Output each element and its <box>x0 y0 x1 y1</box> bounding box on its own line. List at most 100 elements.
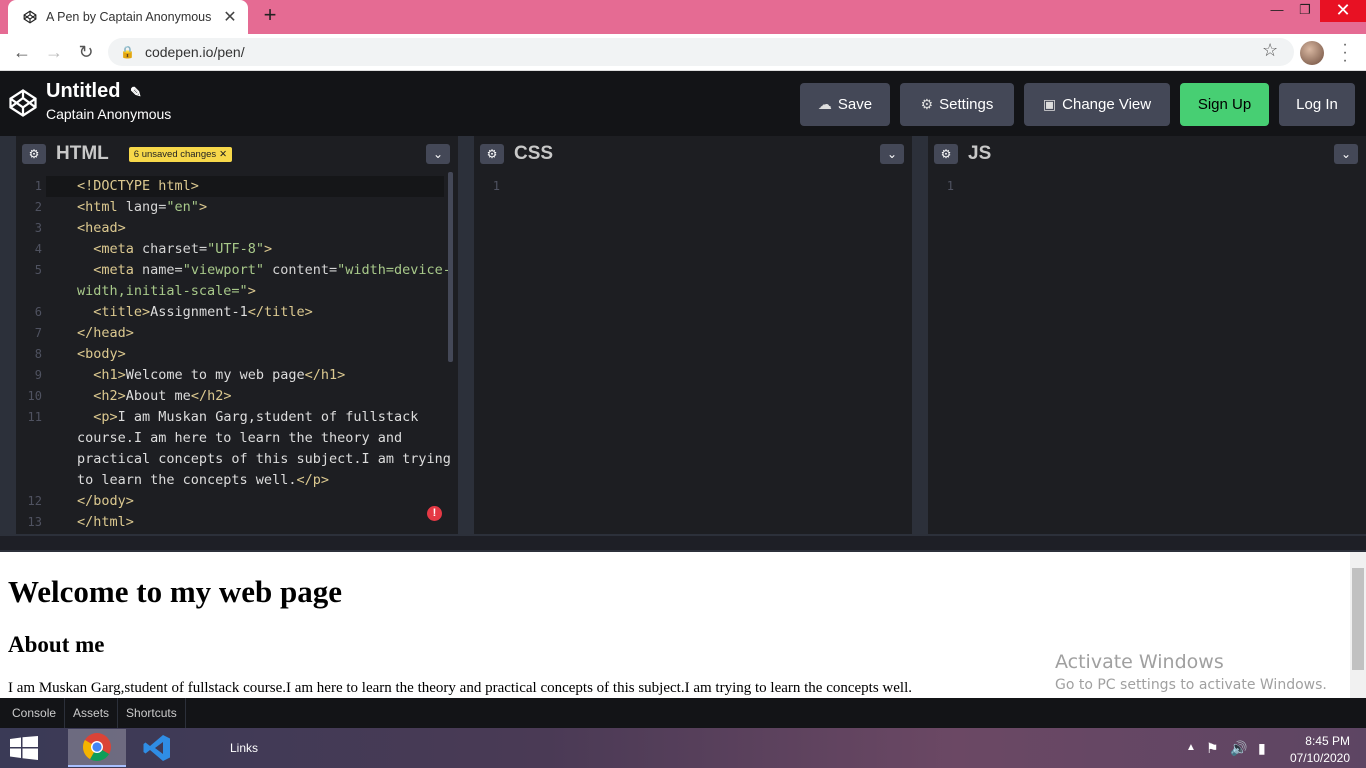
line-number: 5 <box>34 263 42 277</box>
js-code-editor[interactable]: 1 <box>928 176 1366 534</box>
js-settings-gear-icon[interactable]: ⚙ <box>934 144 958 164</box>
js-pane-chevron-down-icon[interactable]: ⌄ <box>1334 144 1358 164</box>
clock-date: 07/10/2020 <box>1289 751 1350 765</box>
save-label: Save <box>837 96 873 113</box>
css-pane-header: ⚙ CSS ⌄ <box>474 136 912 172</box>
code-text: width,initial-scale="> <box>77 283 256 299</box>
settings-button[interactable]: ⚙ Settings <box>900 83 1014 126</box>
back-arrow-icon[interactable]: ← <box>10 40 34 64</box>
forward-arrow-icon[interactable]: → <box>42 40 66 64</box>
line-number: 1 <box>492 179 500 193</box>
maximize-button[interactable]: ❐ <box>1290 0 1320 22</box>
tray-chevron-up-icon[interactable]: ▲ <box>1186 742 1196 753</box>
line-number: 11 <box>27 410 42 424</box>
activate-windows-subtext: Go to PC settings to activate Windows. <box>1055 677 1327 693</box>
links-toolbar[interactable]: Links <box>230 741 258 755</box>
code-text: </body> <box>77 493 134 509</box>
tab-close-icon[interactable]: ✕ <box>222 7 238 27</box>
sign-up-button[interactable]: Sign Up <box>1180 83 1269 126</box>
codepen-logo-icon[interactable] <box>8 88 38 118</box>
code-text: <meta charset="UTF-8"> <box>93 241 273 257</box>
address-bar[interactable]: 🔒 codepen.io/pen/ <box>108 38 1294 66</box>
taskbar-clock[interactable]: 8:45 PM 07/10/2020 <box>1288 733 1350 767</box>
html-code-editor[interactable]: 1 <!DOCTYPE html> 2 <html lang="en"> 3 <head>… <box>16 176 458 534</box>
js-editor-pane: ⚙ JS ⌄ 1 <box>928 136 1366 534</box>
chrome-taskbar-icon[interactable] <box>68 729 126 767</box>
line-number: 1 <box>34 179 42 193</box>
line-number: 4 <box>34 242 42 256</box>
line-number: 12 <box>27 494 42 508</box>
bookmark-star-icon[interactable]: ☆ <box>1262 40 1278 61</box>
battery-icon[interactable]: ▮ <box>1258 740 1266 757</box>
console-button[interactable]: Console <box>4 698 66 728</box>
gear-icon: ⚙ <box>920 96 934 112</box>
windows-start-icon[interactable] <box>10 736 38 760</box>
codepen-favicon-icon <box>22 9 38 25</box>
css-editor-pane: ⚙ CSS ⌄ 1 <box>474 136 912 534</box>
reload-icon[interactable]: ↻ <box>74 40 98 64</box>
codepen-footer: Console Assets Shortcuts <box>0 698 1366 728</box>
pencil-icon[interactable]: ✎ <box>130 84 142 100</box>
html-pane-header: ⚙ HTML 6 unsaved changes ✕ ⌄ <box>16 136 458 172</box>
line-number: 10 <box>27 389 42 403</box>
html-pane-chevron-down-icon[interactable]: ⌄ <box>426 144 450 164</box>
change-view-button[interactable]: ▣ Change View <box>1024 83 1170 126</box>
log-in-button[interactable]: Log In <box>1279 83 1355 126</box>
code-text: </head> <box>77 325 134 341</box>
css-pane-chevron-down-icon[interactable]: ⌄ <box>880 144 904 164</box>
line-number: 3 <box>34 221 42 235</box>
minimize-button[interactable]: — <box>1262 0 1292 22</box>
new-tab-button[interactable]: + <box>258 4 282 28</box>
browser-tab[interactable]: A Pen by Captain Anonymous ✕ <box>8 0 248 34</box>
preview-heading-2: About me <box>8 632 105 657</box>
volume-icon[interactable]: 🔊 <box>1230 740 1247 757</box>
code-text: <title>Assignment-1</title> <box>93 304 313 320</box>
flag-icon[interactable]: ⚑ <box>1206 740 1219 757</box>
js-pane-title: JS <box>968 143 992 164</box>
preview-scrollbar-thumb[interactable] <box>1352 568 1364 670</box>
assets-button[interactable]: Assets <box>65 698 119 728</box>
code-text: to learn the concepts well.</p> <box>77 472 329 488</box>
line-number: 8 <box>34 347 42 361</box>
css-code-editor[interactable]: 1 <box>474 176 912 534</box>
line-number: 13 <box>27 515 42 529</box>
line-number: 1 <box>946 179 954 193</box>
css-settings-gear-icon[interactable]: ⚙ <box>480 144 504 164</box>
pen-title-text: Untitled <box>46 80 121 102</box>
code-text: course.I am here to learn the theory and <box>77 430 403 446</box>
settings-label: Settings <box>939 96 994 113</box>
browser-menu-icon[interactable]: · · · <box>1340 37 1350 69</box>
js-pane-header: ⚙ JS ⌄ <box>928 136 1366 172</box>
code-text: <head> <box>77 220 126 236</box>
browser-toolbar: ← → ↻ 🔒 codepen.io/pen/ ☆ <box>0 34 1366 71</box>
code-text: <html lang="en"> <box>77 199 208 215</box>
code-text: <h2>About me</h2> <box>93 388 232 404</box>
line-number: 6 <box>34 305 42 319</box>
line-number: 9 <box>34 368 42 382</box>
badge-close-icon[interactable]: ✕ <box>219 149 227 160</box>
code-text: </html> <box>77 514 134 530</box>
windows-taskbar <box>0 728 1366 768</box>
html-editor-scrollbar[interactable] <box>448 172 453 362</box>
change-view-label: Change View <box>1062 96 1152 113</box>
line-number: 2 <box>34 200 42 214</box>
profile-avatar[interactable] <box>1300 41 1324 65</box>
close-window-button[interactable]: ✕ <box>1320 0 1366 22</box>
code-text: <body> <box>77 346 126 362</box>
clock-time: 8:45 PM <box>1305 734 1350 748</box>
unsaved-changes-badge[interactable]: 6 unsaved changes ✕ <box>128 146 233 162</box>
vscode-taskbar-icon[interactable] <box>128 729 186 767</box>
activate-windows-watermark: Activate Windows <box>1055 651 1224 673</box>
code-text: practical concepts of this subject.I am … <box>77 451 451 467</box>
error-icon[interactable]: ! <box>427 506 442 521</box>
cloud-icon: ☁ <box>817 96 832 112</box>
pen-title[interactable]: Untitled ✎ <box>46 80 142 103</box>
css-pane-title: CSS <box>514 143 554 164</box>
result-preview: Welcome to my web page About me I am Mus… <box>0 550 1366 698</box>
preview-paragraph: I am Muskan Garg,student of fullstack co… <box>8 680 913 696</box>
pen-owner: Captain Anonymous <box>46 106 172 122</box>
code-text: <!DOCTYPE html> <box>77 178 199 194</box>
html-settings-gear-icon[interactable]: ⚙ <box>22 144 46 164</box>
shortcuts-button[interactable]: Shortcuts <box>118 698 186 728</box>
save-button[interactable]: ☁ Save <box>800 83 890 126</box>
